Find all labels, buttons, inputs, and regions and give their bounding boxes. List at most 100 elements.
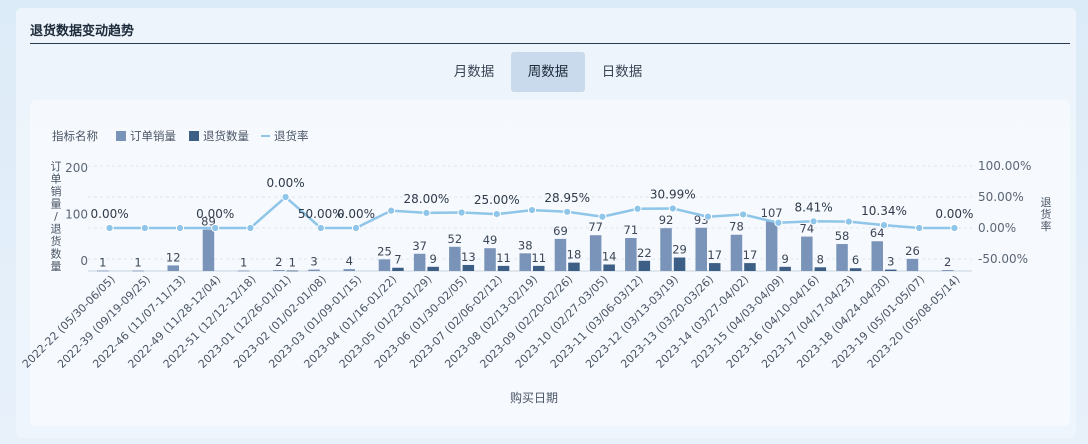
bar-orders bbox=[378, 259, 391, 271]
rate-point bbox=[915, 223, 924, 233]
bar-label-returns: 8 bbox=[817, 252, 824, 266]
rate-point bbox=[527, 205, 537, 215]
bar-label-orders: 2 bbox=[275, 255, 282, 269]
bar-orders bbox=[167, 265, 179, 271]
bar-returns bbox=[427, 266, 439, 271]
bar-label-orders: 1 bbox=[240, 256, 247, 270]
rate-label: 0.00% bbox=[267, 176, 305, 190]
y-axis-title-char: 货 bbox=[51, 234, 62, 248]
bar-orders bbox=[625, 237, 637, 271]
bar-orders bbox=[941, 270, 954, 271]
rate-point bbox=[809, 217, 818, 226]
rate-point bbox=[598, 212, 607, 221]
bar-label-orders: 1 bbox=[99, 256, 106, 270]
bar-orders bbox=[836, 244, 848, 271]
bar-returns bbox=[568, 262, 580, 271]
y2-tick-label: 100.00% bbox=[978, 159, 1031, 173]
bar-label-returns: 13 bbox=[461, 250, 476, 264]
return-trend-chart: 指标名称 订单销量 退货数量 退货率0100200-50.00%0.00%50.00%… bbox=[20, 129, 1052, 405]
bar-returns bbox=[849, 268, 862, 271]
bar-label-orders: 58 bbox=[835, 229, 850, 243]
bar-returns bbox=[497, 265, 510, 271]
bar-orders bbox=[97, 270, 109, 272]
bar-returns bbox=[638, 260, 651, 271]
bar-label-returns: 22 bbox=[637, 246, 652, 260]
bar-label-orders: 69 bbox=[553, 224, 568, 238]
bar-returns bbox=[533, 265, 545, 271]
rate-point bbox=[422, 208, 431, 218]
rate-point bbox=[246, 223, 255, 233]
y2-axis-title-char: 率 bbox=[1041, 219, 1052, 233]
y-axis-title-char: 数 bbox=[51, 248, 62, 261]
bar-returns bbox=[744, 263, 756, 271]
bar-returns bbox=[392, 267, 404, 271]
rate-label: 0.00% bbox=[196, 207, 234, 221]
rate-point bbox=[668, 204, 677, 213]
bar-orders bbox=[413, 253, 426, 271]
x-axis-title: 购买日期 bbox=[510, 390, 558, 405]
rate-label: 0.00% bbox=[91, 207, 129, 221]
y-tick-label: 0 bbox=[80, 254, 88, 268]
rate-point bbox=[844, 217, 853, 226]
bar-orders bbox=[801, 236, 813, 271]
rate-point bbox=[492, 210, 501, 219]
bar-label-orders: 49 bbox=[483, 233, 498, 247]
rate-point bbox=[879, 220, 889, 230]
bar-label-returns: 18 bbox=[567, 248, 582, 262]
y-axis-title-char: 单 bbox=[51, 173, 62, 186]
bar-orders bbox=[765, 221, 778, 271]
legend-label-rate: 退货率 bbox=[274, 129, 309, 143]
bar-orders bbox=[132, 270, 144, 272]
bar-label-orders: 3 bbox=[310, 255, 317, 269]
rate-label: 0.00% bbox=[337, 207, 375, 221]
bar-label-returns: 7 bbox=[394, 253, 401, 267]
y-axis-title-char: 量 bbox=[51, 260, 62, 273]
bar-orders bbox=[695, 227, 707, 271]
y2-tick-label: 0.00% bbox=[978, 221, 1016, 235]
bar-orders bbox=[589, 235, 602, 271]
rate-point bbox=[703, 212, 713, 221]
bar-label-orders: 92 bbox=[659, 213, 674, 227]
rate-point bbox=[457, 208, 466, 217]
bar-label-returns: 14 bbox=[602, 249, 617, 263]
bar-label-returns: 1 bbox=[289, 256, 296, 270]
bar-returns bbox=[603, 264, 615, 271]
rate-label: 30.99% bbox=[650, 187, 696, 201]
rate-label: 28.95% bbox=[544, 191, 590, 205]
bar-returns bbox=[814, 267, 827, 271]
bar-orders bbox=[273, 270, 285, 271]
bar-orders bbox=[484, 248, 496, 271]
rate-point bbox=[175, 223, 185, 233]
y-axis-title-char: 退 bbox=[51, 223, 62, 236]
bar-label-returns: 3 bbox=[887, 255, 894, 269]
rate-point bbox=[140, 223, 149, 233]
rate-point bbox=[281, 192, 290, 202]
y2-axis-title-char: 货 bbox=[1041, 207, 1052, 221]
bar-orders bbox=[871, 241, 883, 271]
rate-label: 25.00% bbox=[474, 193, 520, 207]
bar-label-returns: 29 bbox=[672, 243, 687, 257]
legend-title: 指标名称 bbox=[52, 129, 98, 143]
rate-point bbox=[950, 223, 959, 233]
bar-returns bbox=[885, 269, 897, 271]
bar-orders bbox=[308, 269, 320, 271]
rate-point bbox=[211, 223, 220, 233]
bar-label-orders: 78 bbox=[729, 220, 744, 234]
legend-swatch-returns bbox=[189, 131, 199, 141]
bar-label-orders: 12 bbox=[166, 250, 181, 264]
bar-returns bbox=[779, 266, 791, 271]
bar-label-orders: 1 bbox=[134, 256, 141, 270]
y2-tick-label: 50.00% bbox=[978, 190, 1024, 204]
bar-label-orders: 38 bbox=[518, 238, 533, 252]
bar-orders bbox=[519, 253, 531, 271]
bar-label-orders: 26 bbox=[905, 244, 920, 258]
bar-label-orders: 37 bbox=[412, 239, 427, 253]
rate-point bbox=[316, 223, 325, 233]
bar-orders bbox=[660, 228, 672, 271]
rate-point bbox=[739, 210, 748, 219]
y-axis-title-char: 量 bbox=[51, 198, 62, 211]
bar-label-returns: 11 bbox=[531, 251, 546, 265]
rate-point bbox=[774, 218, 783, 227]
bar-orders bbox=[202, 229, 215, 271]
bar-orders bbox=[906, 258, 919, 271]
